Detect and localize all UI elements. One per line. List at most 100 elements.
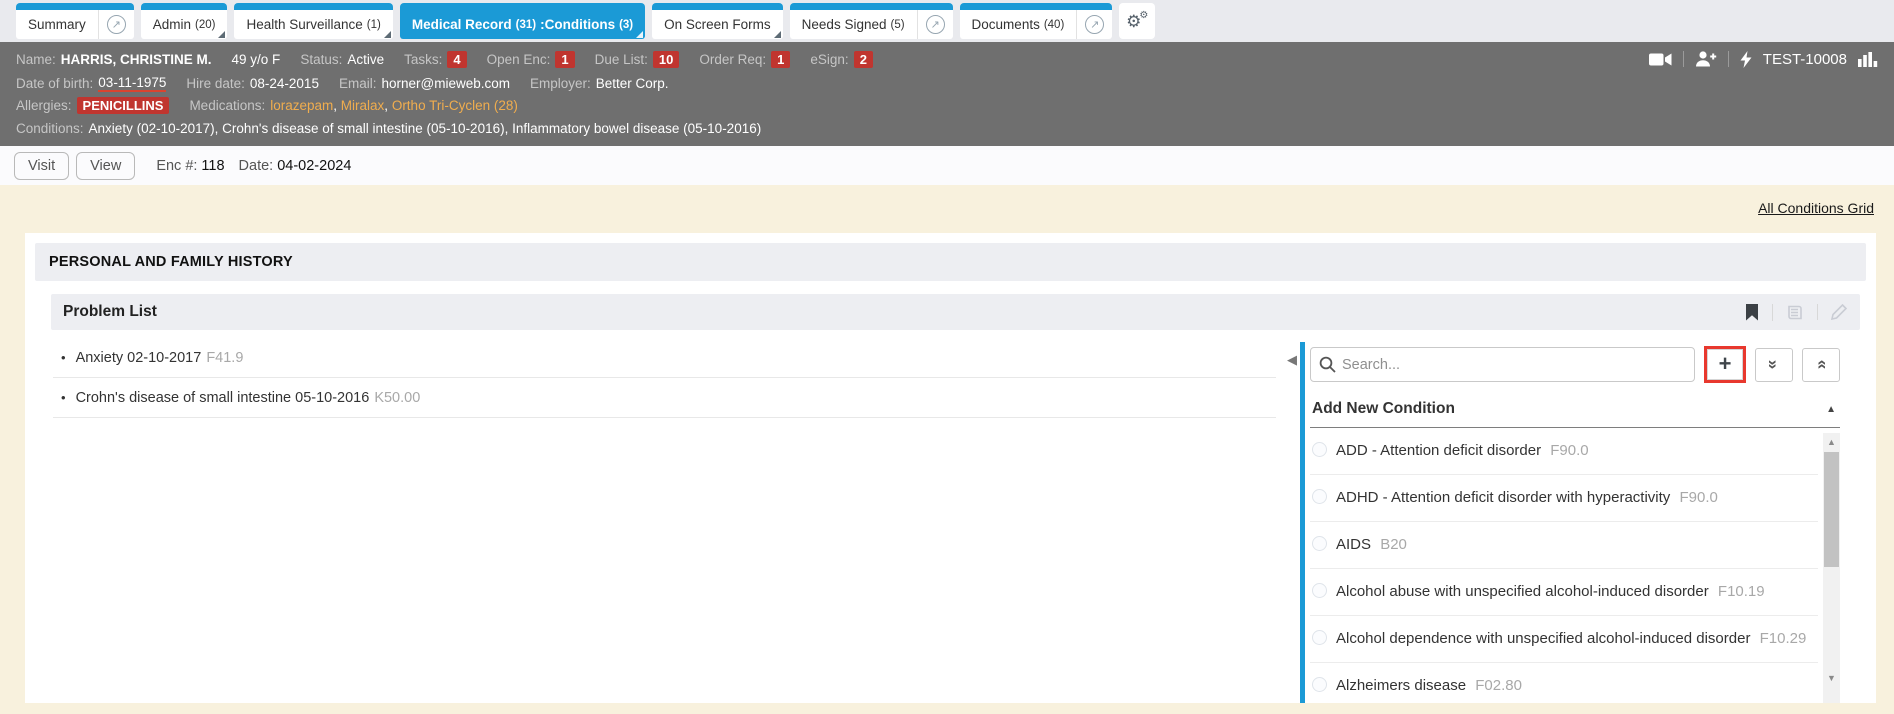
tab-documents[interactable]: Documents (40) ↗ <box>960 3 1113 39</box>
divider <box>1683 51 1684 67</box>
open-enc-label: Open Enc: <box>487 52 551 67</box>
medications-label: Medications: <box>189 98 265 113</box>
condition-search-toolbar: + » » <box>1310 340 1840 391</box>
due-list-count-badge[interactable]: 10 <box>653 51 679 68</box>
tab-needs-signed[interactable]: Needs Signed (5) ↗ <box>790 3 953 39</box>
tab-label: On Screen Forms <box>664 17 771 32</box>
all-conditions-grid-link[interactable]: All Conditions Grid <box>1758 200 1874 216</box>
add-new-condition-title: Add New Condition <box>1312 400 1455 418</box>
chevron-double-down-icon: » <box>1766 360 1783 369</box>
condition-name: AIDS <box>1336 536 1371 553</box>
medication-link[interactable]: Miralax <box>341 98 385 113</box>
collapse-section-caret-icon[interactable]: ▲ <box>1826 404 1836 415</box>
tasks-count-badge[interactable]: 4 <box>447 51 466 68</box>
bookmark-button[interactable] <box>1732 304 1772 321</box>
condition-name: ADD - Attention deficit disorder <box>1336 442 1541 459</box>
tab-needs-signed-popout-button[interactable]: ↗ <box>917 10 953 39</box>
problem-code: F41.9 <box>206 350 243 366</box>
enc-number-label: Enc #: <box>156 158 197 174</box>
esign-count-badge[interactable]: 2 <box>854 51 873 68</box>
tab-admin[interactable]: Admin (20) <box>141 3 228 39</box>
tab-summary-popout-button[interactable]: ↗ <box>98 10 134 39</box>
scroll-up-arrow-icon[interactable]: ▲ <box>1823 433 1840 450</box>
problem-list-header: Problem List <box>51 294 1860 330</box>
add-condition-highlight-box: + <box>1704 346 1746 383</box>
external-link-icon: ↗ <box>926 15 945 34</box>
condition-option[interactable]: ADD - Attention deficit disorder F90.0 <box>1310 428 1818 475</box>
settings-button[interactable]: ⚙ ⚙ <box>1119 3 1155 39</box>
tab-count: (31) <box>516 19 536 31</box>
condition-name: Alcohol abuse with unspecified alcohol-i… <box>1336 583 1709 600</box>
scroll-down-arrow-icon[interactable]: ▼ <box>1823 669 1840 686</box>
problem-row[interactable]: • Anxiety 02-10-2017 F41.9 <box>53 338 1276 378</box>
condition-code: F10.19 <box>1718 583 1765 600</box>
add-condition-button[interactable]: + <box>1707 349 1743 380</box>
dob-label: Date of birth: <box>16 76 93 91</box>
external-link-icon: ↗ <box>1085 15 1104 34</box>
tab-summary[interactable]: Summary ↗ <box>16 3 134 39</box>
name-label: Name: <box>16 52 56 67</box>
lightning-bolt-icon[interactable] <box>1740 51 1752 68</box>
allergy-badge[interactable]: PENICILLINS <box>77 97 170 114</box>
tab-label: Documents <box>972 17 1040 32</box>
condition-option[interactable]: AIDS B20 <box>1310 522 1818 569</box>
bar-chart-icon[interactable] <box>1858 52 1878 67</box>
expand-all-button[interactable]: » <box>1755 348 1793 382</box>
tab-count: (1) <box>367 19 381 31</box>
edit-button[interactable] <box>1817 304 1860 320</box>
status-label: Status: <box>300 52 342 67</box>
order-req-count-badge[interactable]: 1 <box>771 51 790 68</box>
condition-option[interactable]: Alcohol dependence with unspecified alco… <box>1310 616 1818 663</box>
employer-label: Employer: <box>530 76 591 91</box>
allergies-label: Allergies: <box>16 98 72 113</box>
book-icon <box>1786 304 1804 321</box>
external-link-icon: ↗ <box>107 15 126 34</box>
problem-code: K50.00 <box>374 390 420 406</box>
condition-name: ADHD - Attention deficit disorder with h… <box>1336 489 1670 506</box>
tab-count: (40) <box>1044 19 1064 31</box>
add-new-condition-header[interactable]: Add New Condition ▲ <box>1310 391 1840 428</box>
chevron-double-up-icon: » <box>1813 360 1830 369</box>
tab-health-surveillance[interactable]: Health Surveillance (1) <box>234 3 392 39</box>
tab-label: Admin <box>153 17 191 32</box>
patient-id: TEST-10008 <box>1763 51 1847 68</box>
medication-link[interactable]: lorazepam <box>270 98 333 113</box>
tab-count: (5) <box>890 19 904 31</box>
visit-button[interactable]: Visit <box>14 152 69 180</box>
problem-row[interactable]: • Crohn's disease of small intestine 05-… <box>53 378 1276 418</box>
enc-date-value: 04-02-2024 <box>277 158 351 174</box>
options-scrollbar[interactable]: ▲ ▼ <box>1823 433 1840 703</box>
due-list-label: Due List: <box>595 52 648 67</box>
chart-notes-button[interactable] <box>1772 304 1817 321</box>
hire-date-label: Hire date: <box>186 76 245 91</box>
tasks-label: Tasks: <box>404 52 442 67</box>
tab-on-screen-forms[interactable]: On Screen Forms <box>652 3 783 39</box>
view-button[interactable]: View <box>76 152 135 180</box>
tab-label: Medical Record <box>412 17 512 32</box>
scrollbar-thumb[interactable] <box>1824 452 1839 567</box>
condition-option[interactable]: ADHD - Attention deficit disorder with h… <box>1310 475 1818 522</box>
problem-name: Anxiety 02-10-2017 <box>76 350 202 366</box>
bullet-icon: • <box>61 350 66 365</box>
add-user-icon[interactable] <box>1695 51 1717 67</box>
collapse-all-button[interactable]: » <box>1802 348 1840 382</box>
condition-code: F90.0 <box>1550 442 1588 459</box>
problem-list: • Anxiety 02-10-2017 F41.9 • Crohn's dis… <box>35 338 1288 418</box>
content-area: All Conditions Grid PERSONAL AND FAMILY … <box>0 185 1894 703</box>
tab-label: Health Surveillance <box>246 17 362 32</box>
collapse-panel-arrow[interactable]: ◀ <box>1287 352 1297 368</box>
condition-option[interactable]: Alzheimers disease F02.80 <box>1310 663 1818 703</box>
tab-documents-popout-button[interactable]: ↗ <box>1076 10 1112 39</box>
condition-search-input[interactable] <box>1310 347 1695 382</box>
tab-medical-record-conditions[interactable]: Medical Record (31) :Conditions (3) <box>400 3 645 39</box>
section-title: PERSONAL AND FAMILY HISTORY <box>35 243 1866 281</box>
medication-link[interactable]: Ortho Tri-Cyclen (28) <box>392 98 518 113</box>
condition-options-list: ADD - Attention deficit disorder F90.0 A… <box>1310 428 1840 703</box>
problem-list-title: Problem List <box>63 303 157 321</box>
condition-option[interactable]: Alcohol abuse with unspecified alcohol-i… <box>1310 569 1818 616</box>
patient-status: Active <box>347 52 384 67</box>
video-call-icon[interactable] <box>1649 52 1672 67</box>
open-enc-count-badge[interactable]: 1 <box>555 51 574 68</box>
add-condition-panel: ◀ + » » <box>1288 340 1866 703</box>
panel-accent-bar <box>1300 342 1305 703</box>
